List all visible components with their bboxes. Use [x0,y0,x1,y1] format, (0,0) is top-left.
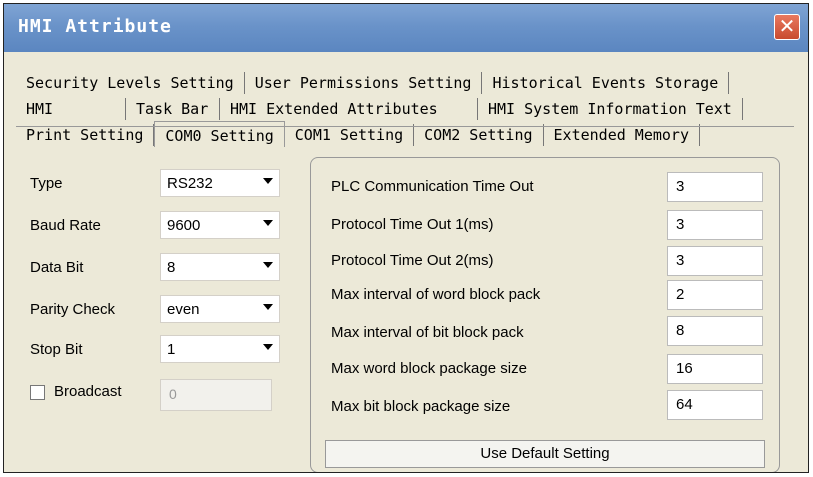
parity-check-label: Parity Check [30,301,116,318]
broadcast-label: Broadcast [54,383,122,400]
type-label: Type [30,175,63,192]
plc-timeout-label: PLC Communication Time Out [331,178,534,195]
max-bit-interval-input[interactable]: 8 [667,316,763,346]
type-value: RS232 [167,175,213,192]
max-word-interval-input[interactable]: 2 [667,280,763,310]
stop-bit-value: 1 [167,341,176,358]
use-default-setting-button[interactable]: Use Default Setting [325,440,765,468]
tab-hmi[interactable]: HMI [26,98,126,120]
window-title: HMI Attribute [18,16,172,37]
stop-bit-select[interactable]: 1 [160,335,280,363]
stop-bit-label: Stop Bit [30,341,83,358]
baud-rate-select[interactable]: 9600 [160,211,280,239]
max-word-package-value: 16 [676,360,693,377]
tab-hmi-extended-attributes[interactable]: HMI Extended Attributes [220,98,478,120]
chevron-down-icon [263,262,273,268]
tab-row-2: HMI Task Bar HMI Extended Attributes HMI… [26,98,743,122]
broadcast-address-value: 0 [169,386,177,402]
close-icon: ✕ [778,14,796,38]
dialog-window: HMI Attribute ✕ Security Levels Setting … [3,3,809,473]
plc-timeout-value: 3 [676,178,685,195]
protocol-timeout-2-label: Protocol Time Out 2(ms) [331,252,494,269]
baud-rate-value: 9600 [167,217,201,234]
timeout-settings-group: PLC Communication Time Out 3 Protocol Ti… [310,157,780,472]
tab-historical-events-storage[interactable]: Historical Events Storage [482,72,730,94]
plc-timeout-input[interactable]: 3 [667,172,763,202]
data-bit-value: 8 [167,259,176,276]
tab-security-levels-setting[interactable]: Security Levels Setting [26,72,245,94]
protocol-timeout-1-value: 3 [676,216,685,233]
max-bit-interval-label: Max interval of bit block pack [331,324,524,341]
max-word-package-label: Max word block package size [331,360,527,377]
parity-check-select[interactable]: even [160,295,280,323]
parity-check-value: even [167,301,200,318]
type-select[interactable]: RS232 [160,169,280,197]
chevron-down-icon [263,344,273,350]
tab-hmi-system-information-text[interactable]: HMI System Information Text [478,98,743,120]
tab-task-bar[interactable]: Task Bar [126,98,220,120]
close-button[interactable]: ✕ [774,14,800,40]
protocol-timeout-1-input[interactable]: 3 [667,210,763,240]
max-word-package-input[interactable]: 16 [667,354,763,384]
max-bit-package-input[interactable]: 64 [667,390,763,420]
data-bit-label: Data Bit [30,259,84,276]
broadcast-checkbox[interactable] [30,385,45,400]
max-bit-package-label: Max bit block package size [331,398,511,415]
max-word-interval-value: 2 [676,286,685,303]
chevron-down-icon [263,304,273,310]
protocol-timeout-2-value: 3 [676,252,685,269]
max-bit-package-value: 64 [676,396,693,413]
protocol-timeout-2-input[interactable]: 3 [667,246,763,276]
data-bit-select[interactable]: 8 [160,253,280,281]
baud-rate-label: Baud Rate [30,217,101,234]
tab-user-permissions-setting[interactable]: User Permissions Setting [245,72,483,94]
com0-settings-panel: Type RS232 Baud Rate 9600 Data Bit 8 Par… [16,126,794,472]
max-word-interval-label: Max interval of word block pack [331,286,541,303]
title-bar[interactable]: HMI Attribute ✕ [4,4,808,52]
tab-row-1: Security Levels Setting User Permissions… [26,72,730,96]
max-bit-interval-value: 8 [676,322,685,339]
broadcast-address-input: 0 [160,379,272,411]
chevron-down-icon [263,220,273,226]
chevron-down-icon [263,178,273,184]
protocol-timeout-1-label: Protocol Time Out 1(ms) [331,216,494,233]
